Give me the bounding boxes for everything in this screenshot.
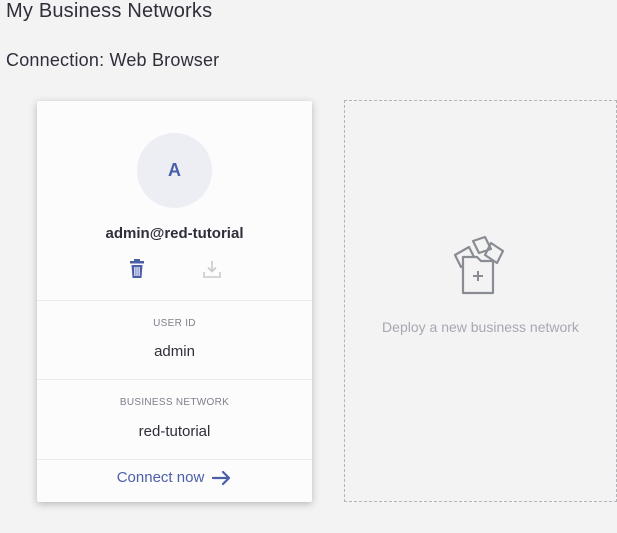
divider: [37, 459, 312, 460]
deploy-files-icon: [453, 235, 505, 295]
avatar: A: [137, 133, 212, 208]
connection-title: Connection: Web Browser: [6, 50, 220, 70]
user-id-value: admin: [154, 343, 195, 360]
trash-icon: [130, 259, 144, 278]
card-name: admin@red-tutorial: [105, 225, 244, 242]
export-card-button[interactable]: [202, 259, 222, 279]
divider: [37, 379, 312, 380]
user-id-label: USER ID: [153, 318, 196, 329]
deploy-network-label: Deploy a new business network: [382, 319, 579, 335]
arrow-right-icon: [212, 470, 231, 485]
page-title: My Business Networks: [6, 0, 213, 22]
connect-now-button[interactable]: Connect now: [37, 469, 312, 486]
deploy-network-card[interactable]: Deploy a new business network: [344, 100, 617, 502]
id-card: A admin@red-tutorial USER ID admin BUSIN…: [37, 101, 312, 502]
business-network-value: red-tutorial: [138, 423, 211, 440]
divider: [37, 300, 312, 301]
business-network-label: BUSINESS NETWORK: [119, 397, 230, 408]
delete-card-button[interactable]: [129, 259, 145, 279]
connect-now-label: Connect now: [116, 469, 205, 486]
download-icon: [203, 261, 221, 278]
